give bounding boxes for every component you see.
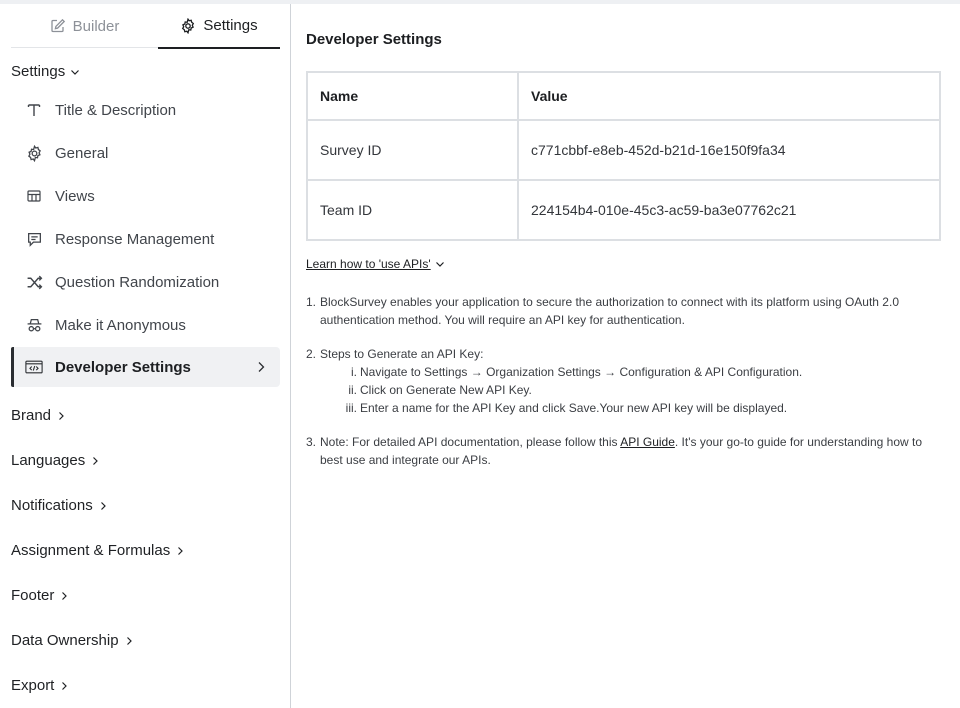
instruction-step-3: 3. Note: For detailed API documentation,… [306,433,946,469]
instruction-step-1: 1. BlockSurvey enables your application … [306,293,946,329]
text-icon [25,101,43,119]
substeps-list: i. Navigate to Settings → Organization S… [320,363,946,417]
substep-number: ii. [348,383,357,397]
column-header-name: Name [306,71,519,121]
chevron-right-icon [124,636,134,646]
gear-icon [25,144,43,162]
sidebar-item-make-it-anonymous[interactable]: Make it Anonymous [11,305,280,345]
section-label: Assignment & Formulas [11,542,171,559]
substep-number: iii. [345,401,357,415]
step-number: 1. [306,295,317,309]
table-row: Survey ID c771cbbf-e8eb-452d-b21d-16e150… [306,119,941,181]
sidebar-item-label: Question Randomization [55,273,220,291]
step-text: BlockSurvey enables your application to … [320,295,899,327]
learn-apis-toggle[interactable]: Learn how to 'use APIs' [306,257,445,271]
survey-id-label: Survey ID [306,119,519,181]
edit-icon [50,18,66,34]
substep-item: ii. Click on Generate New API Key. [320,381,946,399]
table-header-row: Name Value [306,71,941,121]
settings-section-label: Settings [11,63,66,80]
chevron-down-icon [70,67,80,77]
section-brand[interactable]: Brand [11,407,66,424]
team-id-label: Team ID [306,179,519,241]
page-title: Developer Settings [306,31,442,48]
chevron-down-icon [435,259,445,269]
substep-number: i. [351,365,357,379]
substep-item: iii. Enter a name for the API Key and cl… [320,399,946,417]
step-text: Steps to Generate an API Key: [320,347,484,361]
substep-text: Click on Generate New API Key. [360,383,532,397]
survey-id-value[interactable]: c771cbbf-e8eb-452d-b21d-16e150f9fa34 [517,119,941,181]
section-export[interactable]: Export [11,677,69,694]
views-icon [25,187,43,205]
main-content: Developer Settings Name Value Survey ID … [292,4,960,708]
instruction-step-2: 2. Steps to Generate an API Key: i. Navi… [306,345,946,417]
sidebar-item-label: Make it Anonymous [55,316,186,334]
step-number: 3. [306,435,317,449]
section-label: Brand [11,407,52,424]
sidebar-tabs: Builder Settings [11,4,280,49]
step-number: 2. [306,347,317,361]
column-header-value: Value [517,71,941,121]
sidebar-item-developer-settings[interactable]: Developer Settings [11,347,280,387]
section-label: Data Ownership [11,632,119,649]
chevron-right-icon [59,681,69,691]
chevron-right-icon [59,591,69,601]
section-footer[interactable]: Footer [11,587,69,604]
api-instructions: 1. BlockSurvey enables your application … [306,293,946,485]
sidebar-item-general[interactable]: General [11,133,280,173]
sidebar-item-label: Response Management [55,230,215,248]
shuffle-icon [25,273,43,291]
response-icon [25,230,43,248]
section-label: Footer [11,587,55,604]
section-assignment-formulas[interactable]: Assignment & Formulas [11,542,185,559]
sidebar-item-views[interactable]: Views [11,176,280,216]
section-data-ownership[interactable]: Data Ownership [11,632,134,649]
section-label: Languages [11,452,86,469]
tab-settings[interactable]: Settings [158,4,280,49]
chevron-right-icon [175,546,185,556]
developer-settings-table: Name Value Survey ID c771cbbf-e8eb-452d-… [306,71,941,241]
section-languages[interactable]: Languages [11,452,100,469]
section-label: Export [11,677,55,694]
chevron-right-icon [98,501,108,511]
code-icon [25,358,43,376]
anonymous-icon [25,316,43,334]
chevron-right-icon [56,411,66,421]
substep-item: i. Navigate to Settings → Organization S… [320,363,946,381]
sidebar-item-question-randomization[interactable]: Question Randomization [11,262,280,302]
sidebar-item-label: General [55,144,109,162]
tab-settings-label: Settings [203,17,258,34]
sidebar-item-label: Title & Description [55,101,177,119]
api-guide-link[interactable]: API Guide [620,435,675,449]
sidebar-item-title-description[interactable]: Title & Description [11,90,280,130]
step-text: Note: For detailed API documentation, pl… [320,435,621,449]
team-id-value[interactable]: 224154b4-010e-45c3-ac59-ba3e07762c21 [517,179,941,241]
sidebar-item-response-management[interactable]: Response Management [11,219,280,259]
section-notifications[interactable]: Notifications [11,497,108,514]
gear-icon [180,17,196,34]
settings-section-header[interactable]: Settings [11,63,80,80]
tab-builder-label: Builder [72,17,120,35]
tab-builder[interactable]: Builder [11,4,158,48]
sidebar-item-label: Views [55,187,95,205]
sidebar: Builder Settings Settings Title & Descri… [0,4,291,708]
substep-text: Navigate to Settings → Organization Sett… [360,365,803,379]
sidebar-item-label: Developer Settings [55,358,191,376]
learn-apis-link: Learn how to 'use APIs' [306,257,431,271]
substep-text: Enter a name for the API Key and click S… [360,401,788,415]
table-row: Team ID 224154b4-010e-45c3-ac59-ba3e0776… [306,179,941,241]
chevron-right-icon [256,361,266,373]
chevron-right-icon [90,456,100,466]
section-label: Notifications [11,497,93,514]
